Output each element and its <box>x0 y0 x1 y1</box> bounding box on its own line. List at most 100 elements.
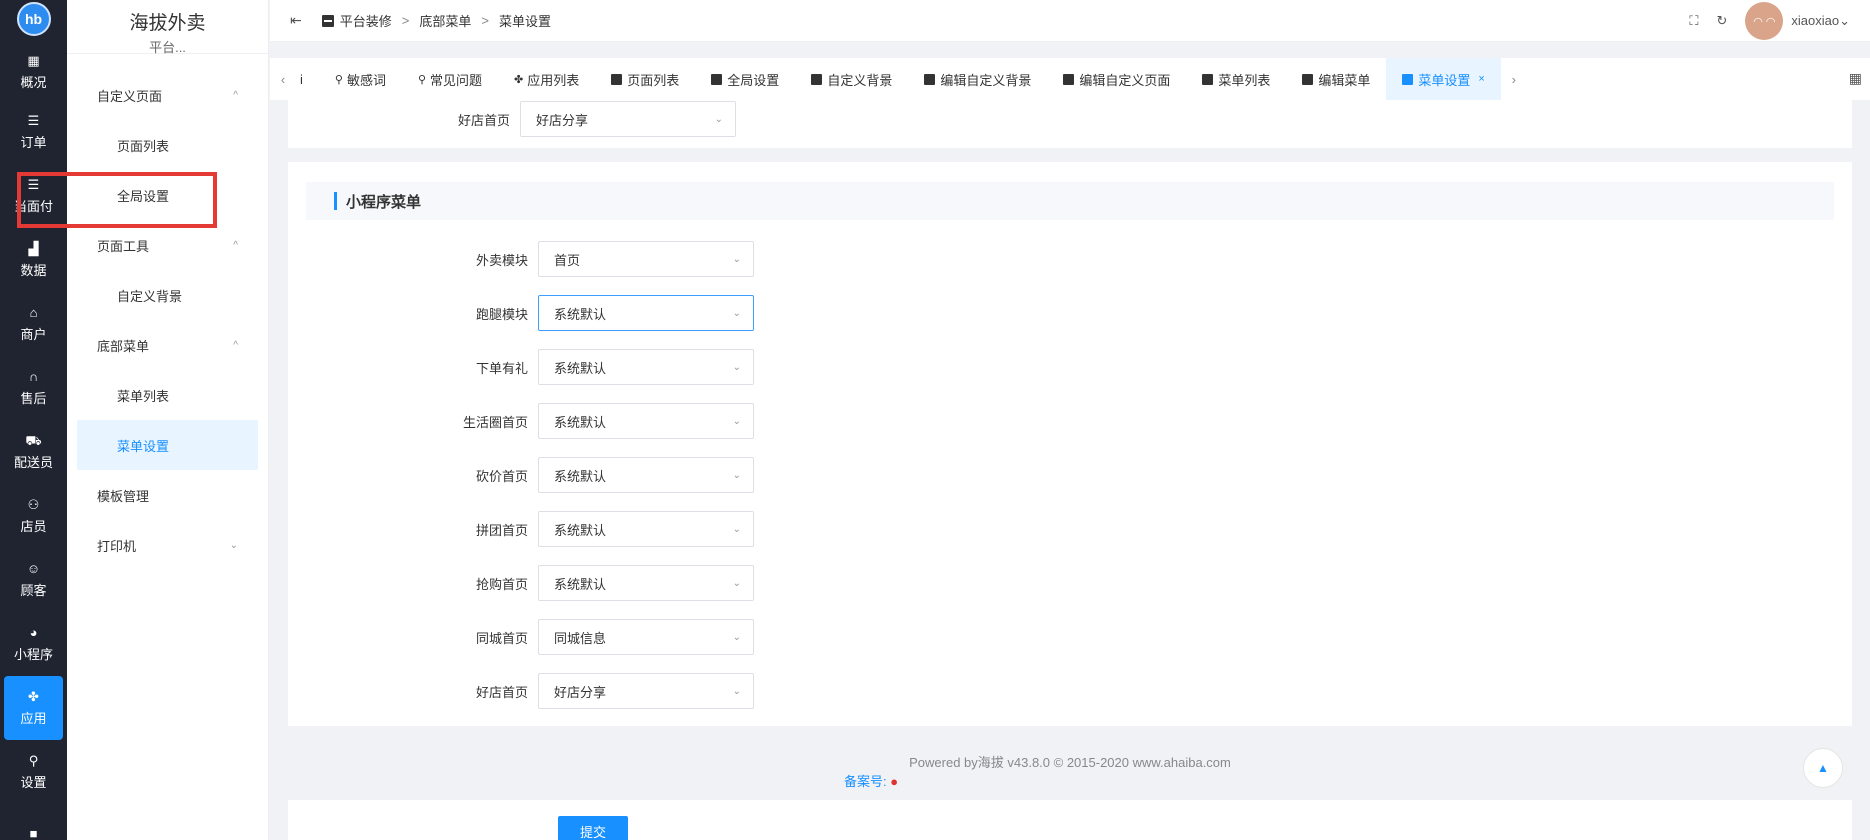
sidebar-item-label: 页面列表 <box>117 138 170 154</box>
form-row: 跑腿模块 系统默认 ⌄ <box>306 286 1834 340</box>
sidebar-item-0[interactable]: 自定义页面 ^ <box>67 70 268 120</box>
section-header: 小程序菜单 <box>306 182 1834 220</box>
rail-item-0[interactable]: ▦ 概况 <box>0 44 67 100</box>
tab-11[interactable]: 菜单设置 × <box>1386 58 1501 100</box>
select-field[interactable]: 系统默认 ⌄ <box>538 403 754 439</box>
form-row: 生活圈首页 系统默认 ⌄ <box>306 394 1834 448</box>
username-dropdown[interactable]: xiaoxiao⌄ <box>1791 13 1850 29</box>
select-field[interactable]: 好店分享 ⌄ <box>520 101 736 137</box>
rail-item-6[interactable]: ⛟ 配送员 <box>0 420 67 484</box>
brand-title: 海拔外卖 <box>129 13 206 34</box>
select-field[interactable]: 系统默认 ⌄ <box>538 565 754 601</box>
breadcrumb-item[interactable]: 平台装修 <box>340 11 392 30</box>
select-field[interactable]: 系统默认 ⌄ <box>538 295 754 331</box>
tab-label: 编辑自定义背景 <box>940 72 1032 88</box>
rail-item-label: 店员 <box>20 518 47 534</box>
headset-icon: ∩ <box>28 368 39 384</box>
tab-6[interactable]: 自定义背景 <box>795 58 908 100</box>
sidebar-item-label: 自定义页面 <box>97 88 163 104</box>
chevron-icon: ^ <box>233 89 238 101</box>
select-field[interactable]: 系统默认 ⌄ <box>538 457 754 493</box>
avatar[interactable]: ◠ ◠ <box>1745 2 1784 40</box>
tab-label: 编辑自定义页面 <box>1079 72 1171 88</box>
users-icon: ⚇ <box>27 496 40 512</box>
close-icon[interactable]: × <box>1478 73 1484 85</box>
select-field[interactable]: 系统默认 ⌄ <box>538 511 754 547</box>
breadcrumb-item[interactable]: 菜单设置 <box>499 11 551 30</box>
form-row: 外卖模块 首页 ⌄ <box>306 232 1834 286</box>
collapse-menu-icon[interactable]: ⇤ <box>290 12 302 29</box>
tabs-scroll-right-icon[interactable]: › <box>1501 72 1527 87</box>
submit-button[interactable]: 提交 <box>558 816 628 840</box>
icp-link[interactable]: 备案号: <box>844 774 887 789</box>
field-label: 生活圈首页 <box>462 414 528 430</box>
rail-item-label: 应用 <box>20 710 47 726</box>
breadcrumb-separator: > <box>401 13 410 28</box>
rail-item-4[interactable]: ⌂ 商户 <box>0 292 67 356</box>
rail-item-10[interactable]: ✤ 应用 <box>4 676 63 740</box>
rail-item-12[interactable]: ■ <box>0 804 67 840</box>
chevron-icon: ^ <box>233 239 238 251</box>
app-logo: hb <box>16 2 51 36</box>
sidebar-item-1[interactable]: 页面列表 <box>67 120 268 170</box>
police-badge-icon: ● <box>890 774 899 789</box>
form-row: 拼团首页 系统默认 ⌄ <box>306 502 1834 556</box>
select-value: 系统默认 <box>554 414 607 430</box>
list-icon: ☰ <box>27 112 40 128</box>
rail-item-label: 商户 <box>20 326 47 342</box>
tab-9[interactable]: 菜单列表 <box>1186 58 1286 100</box>
form-row: 同城首页 同城信息 ⌄ <box>306 610 1834 664</box>
wechat-icon: ◕ <box>29 624 38 640</box>
refresh-icon[interactable]: ↻ <box>1716 13 1727 29</box>
select-field[interactable]: 好店分享 ⌄ <box>538 673 754 709</box>
rail-item-8[interactable]: ☺ 顾客 <box>0 548 67 612</box>
sidebar-item-label: 菜单列表 <box>117 388 170 404</box>
lock-icon: ■ <box>29 826 38 840</box>
sidebar-item-9[interactable]: 打印机 ⌄ <box>67 520 268 570</box>
form-row: 下单有礼 系统默认 ⌄ <box>306 340 1834 394</box>
chevron-icon: ⌄ <box>229 539 238 551</box>
user-icon: ⚲ <box>334 73 343 86</box>
field-label: 拼团首页 <box>475 522 528 538</box>
back-to-top-button[interactable]: ▲ <box>1803 748 1843 788</box>
dashboard-icon: ▦ <box>27 52 40 68</box>
select-field[interactable]: 系统默认 ⌄ <box>538 349 754 385</box>
tab-label: 自定义背景 <box>827 72 893 88</box>
rail-item-11[interactable]: ⚲ 设置 <box>0 740 67 804</box>
footer: Powered by海拔 v43.8.0 © 2015-2020 www.aha… <box>288 752 1852 790</box>
field-label: 同城首页 <box>475 630 528 646</box>
store-icon: ⌂ <box>29 304 38 320</box>
tab-label: 菜单设置 <box>1418 72 1471 88</box>
tabs-scroll-left-icon[interactable]: ‹ <box>270 72 296 87</box>
tab-7[interactable]: 编辑自定义背景 <box>908 58 1047 100</box>
sidebar-item-label: 底部菜单 <box>97 338 150 354</box>
previous-card: 好店首页 好店分享 ⌄ <box>288 100 1852 148</box>
rail-item-9[interactable]: ◕ 小程序 <box>0 612 67 676</box>
tabs-menu-icon[interactable]: ▦ <box>1849 70 1862 87</box>
rail-item-7[interactable]: ⚇ 店员 <box>0 484 67 548</box>
sidebar-item-6[interactable]: 菜单列表 <box>67 370 268 420</box>
delivery-icon: ⛟ <box>25 432 42 448</box>
rail-item-5[interactable]: ∩ 售后 <box>0 356 67 420</box>
tab-8[interactable]: 编辑自定义页面 <box>1047 58 1186 100</box>
select-field[interactable]: 同城信息 ⌄ <box>538 619 754 655</box>
chevron-down-icon: ⌄ <box>732 523 741 535</box>
customer-icon: ☺ <box>26 560 41 576</box>
rail-item-3[interactable]: ▟ 数据 <box>0 228 67 292</box>
sidebar-item-label: 模板管理 <box>97 488 150 504</box>
chevron-down-icon: ⌄ <box>732 685 741 697</box>
tab-10[interactable]: 编辑菜单 <box>1286 58 1386 100</box>
select-value: 好店分享 <box>554 684 607 700</box>
rail-item-label: 概况 <box>20 74 47 90</box>
breadcrumb-item[interactable]: 底部菜单 <box>419 11 471 30</box>
sidebar-item-4[interactable]: 自定义背景 <box>67 270 268 320</box>
form-row: 好店首页 好店分享 ⌄ <box>288 92 736 146</box>
sidebar-item-8[interactable]: 模板管理 <box>67 470 268 520</box>
field-label: 砍价首页 <box>475 468 528 484</box>
rail-item-1[interactable]: ☰ 订单 <box>0 100 67 164</box>
select-field[interactable]: 首页 ⌄ <box>538 241 754 277</box>
fullscreen-icon[interactable]: ⛶ <box>1689 13 1698 29</box>
tab-label: 菜单列表 <box>1218 72 1271 88</box>
sidebar-item-5[interactable]: 底部菜单 ^ <box>67 320 268 370</box>
sidebar-item-7[interactable]: 菜单设置 <box>77 420 258 470</box>
